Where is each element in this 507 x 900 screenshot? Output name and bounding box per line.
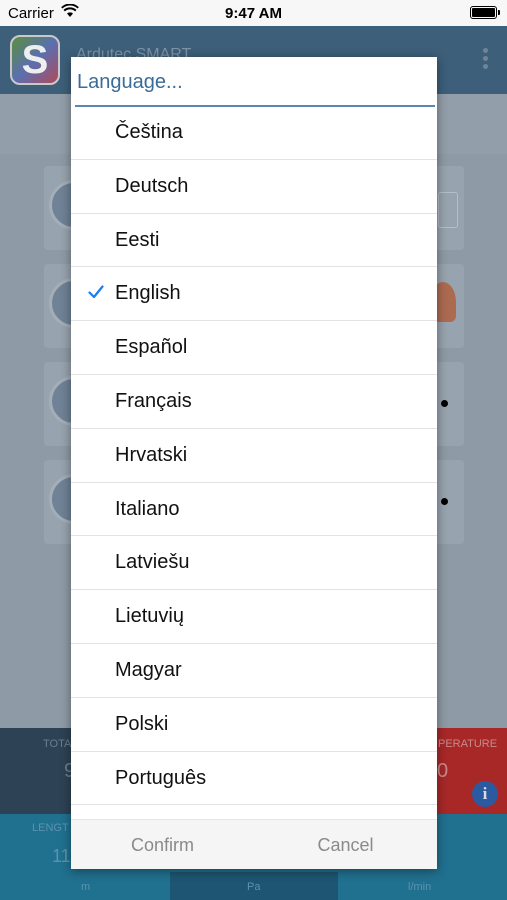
status-dot — [441, 498, 448, 505]
language-option[interactable]: English — [71, 267, 437, 322]
language-label: Lietuvių — [115, 605, 184, 628]
status-bar: Carrier 9:47 AM — [0, 0, 507, 26]
unit-meters: m — [81, 881, 91, 893]
language-option[interactable]: Français — [71, 375, 437, 429]
cancel-button[interactable]: Cancel — [254, 820, 437, 870]
language-label: Italiano — [115, 497, 180, 520]
info-icon: i — [472, 781, 498, 807]
battery-icon — [470, 6, 500, 19]
language-dialog: Language... Čeština Deutsch Eesti English Es… — [71, 57, 437, 869]
language-label: Español — [115, 336, 188, 359]
language-label: Hrvatski — [115, 443, 188, 466]
confirm-button[interactable]: Confirm — [71, 820, 254, 870]
unit-flow: l/min — [408, 881, 432, 893]
language-option[interactable]: Lietuvių — [71, 590, 437, 644]
language-label: Français — [115, 389, 192, 412]
temperature-label: PERATURE — [438, 738, 498, 750]
length-label: LENGT — [32, 822, 69, 834]
language-option[interactable]: Polski — [71, 698, 437, 752]
checkmark-icon — [88, 285, 104, 299]
language-option[interactable]: Hrvatski — [71, 429, 437, 483]
language-option[interactable]: Italiano — [71, 483, 437, 537]
language-option[interactable]: Português — [71, 752, 437, 806]
language-option[interactable]: Čeština — [71, 106, 437, 160]
dialog-title: Language... — [77, 71, 183, 93]
language-option[interactable] — [71, 805, 437, 819]
overflow-menu-icon — [483, 48, 489, 72]
language-list[interactable]: Čeština Deutsch Eesti English Español Françai… — [71, 106, 437, 819]
language-option[interactable]: Latviešu — [71, 536, 437, 591]
temperature-value: 0 — [437, 760, 449, 782]
status-dot — [441, 400, 448, 407]
language-label: Latviešu — [115, 551, 190, 574]
total-label: TOTA — [43, 738, 72, 750]
language-option[interactable]: Eesti — [71, 214, 437, 268]
language-label: Deutsch — [115, 174, 189, 197]
language-label: Polski — [115, 712, 169, 735]
language-label: English — [115, 282, 181, 305]
unit-pascal: Pa — [247, 881, 261, 893]
language-label: Eesti — [115, 228, 160, 251]
language-option[interactable]: Deutsch — [71, 160, 437, 214]
app-logo: S — [10, 35, 60, 85]
status-time: 9:47 AM — [225, 5, 282, 22]
language-option[interactable]: Magyar — [71, 644, 437, 698]
card-field — [438, 192, 458, 228]
language-label: Čeština — [115, 121, 183, 143]
language-option[interactable]: Español — [71, 321, 437, 375]
language-label: Português — [115, 766, 207, 789]
dialog-buttons: Confirm Cancel — [71, 819, 437, 869]
language-label: Magyar — [115, 658, 182, 681]
